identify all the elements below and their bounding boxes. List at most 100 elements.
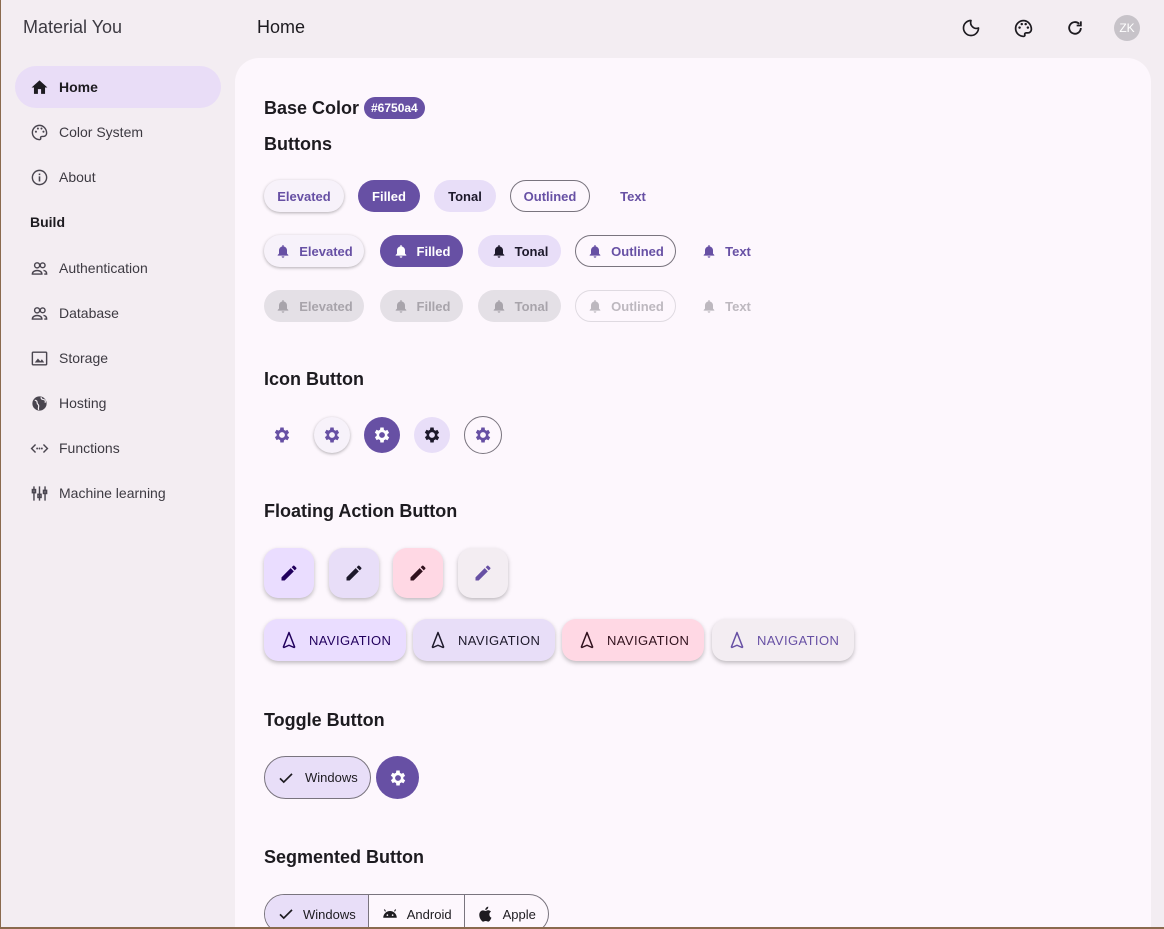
people-icon xyxy=(31,261,48,275)
edit-icon xyxy=(346,565,362,581)
bell-icon xyxy=(493,245,504,258)
toggle-label: Windows xyxy=(305,770,358,785)
gear-toggle-button[interactable] xyxy=(376,756,419,799)
gear-icon xyxy=(374,427,390,443)
bell-icon xyxy=(277,300,289,313)
avatar[interactable]: ZK xyxy=(1114,15,1140,41)
sidebar-item-label: Authentication xyxy=(59,260,148,276)
sidebar: Home Color System About Build Authentica… xyxy=(15,66,221,517)
sidebar-item-label: Hosting xyxy=(59,395,107,411)
tonal-icon-button[interactable]: Tonal xyxy=(478,235,561,267)
sidebar-item-label: Functions xyxy=(59,440,120,456)
bell-icon xyxy=(277,245,289,258)
tonal-button[interactable]: Tonal xyxy=(434,180,496,212)
dark-mode-button[interactable] xyxy=(958,15,984,41)
segmented-heading: Segmented Button xyxy=(264,847,424,867)
gear-icon xyxy=(274,427,290,443)
sidebar-item-about[interactable]: About xyxy=(15,156,221,198)
text-disabled-button: Text xyxy=(690,290,762,322)
bell-icon xyxy=(703,300,715,313)
sidebar-item-color-system[interactable]: Color System xyxy=(15,111,221,153)
segment-label: Android xyxy=(406,906,452,922)
text-icon-button[interactable]: Text xyxy=(690,235,762,267)
filled-button[interactable]: Filled xyxy=(358,180,420,212)
button-label: Tonal xyxy=(514,243,549,259)
bell-icon xyxy=(589,245,601,258)
sidebar-item-hosting[interactable]: Hosting xyxy=(15,382,221,424)
refresh-icon xyxy=(1068,21,1082,35)
button-label: Elevated xyxy=(299,243,353,259)
fab-surface[interactable] xyxy=(458,548,508,598)
outlined-gear-button[interactable] xyxy=(464,416,502,454)
segment-windows[interactable]: Windows xyxy=(265,895,369,929)
toggle-heading: Toggle Button xyxy=(264,710,385,730)
sidebar-item-machine-learning[interactable]: Machine learning xyxy=(15,472,221,514)
base-color-badge: #6750a4 xyxy=(364,97,425,119)
filled-gear-button[interactable] xyxy=(364,417,400,453)
extended-fab-surface[interactable]: NAVIGATION xyxy=(712,619,855,661)
segment-label: Windows xyxy=(303,906,356,922)
palette-icon xyxy=(1014,19,1032,37)
elevated-gear-button[interactable] xyxy=(314,417,350,453)
fab-label: NAVIGATION xyxy=(757,632,840,648)
segment-apple[interactable]: Apple xyxy=(465,895,548,929)
app-title: Material You xyxy=(23,17,123,37)
tonal-gear-button[interactable] xyxy=(414,417,450,453)
sidebar-item-storage[interactable]: Storage xyxy=(15,337,221,379)
navigation-icon xyxy=(580,631,594,649)
fab-heading: Floating Action Button xyxy=(264,501,458,521)
extended-fab-secondary[interactable]: NAVIGATION xyxy=(413,619,556,661)
segmented-button: Windows Android Apple xyxy=(264,894,549,929)
navigation-icon xyxy=(282,631,296,649)
outlined-button[interactable]: Outlined xyxy=(510,180,590,212)
extended-fab-tertiary[interactable]: NAVIGATION xyxy=(562,619,705,661)
image-icon xyxy=(31,350,48,366)
sidebar-item-authentication[interactable]: Authentication xyxy=(15,247,221,289)
navigation-icon xyxy=(730,631,744,649)
text-button[interactable]: Text xyxy=(605,180,661,212)
globe-icon xyxy=(32,395,47,411)
extended-fab-primary[interactable]: NAVIGATION xyxy=(264,619,407,661)
sidebar-item-home[interactable]: Home xyxy=(15,66,221,108)
bell-icon xyxy=(395,300,406,313)
check-icon xyxy=(279,772,293,783)
info-icon xyxy=(31,169,48,185)
outlined-disabled-button: Outlined xyxy=(575,290,676,322)
segment-android[interactable]: Android xyxy=(369,895,465,929)
refresh-button[interactable] xyxy=(1062,15,1088,41)
bell-icon xyxy=(493,300,504,313)
fab-label: NAVIGATION xyxy=(458,632,541,648)
gear-icon xyxy=(475,427,491,443)
bell-icon xyxy=(703,245,715,258)
fab-secondary[interactable] xyxy=(329,548,379,598)
sidebar-item-label: Color System xyxy=(59,124,144,140)
sidebar-item-database[interactable]: Database xyxy=(15,292,221,334)
bell-icon xyxy=(395,245,406,258)
elevated-disabled-button: Elevated xyxy=(264,290,364,322)
filled-icon-button[interactable]: Filled xyxy=(380,235,463,267)
elevated-icon-button[interactable]: Elevated xyxy=(264,235,364,267)
fab-primary[interactable] xyxy=(264,548,314,598)
button-label: Outlined xyxy=(611,243,664,259)
edit-icon xyxy=(475,565,491,581)
edit-icon xyxy=(410,565,426,581)
button-label: Filled xyxy=(416,298,451,314)
sidebar-item-functions[interactable]: Functions xyxy=(15,427,221,469)
button-label: Text xyxy=(725,298,751,314)
navigation-icon xyxy=(431,631,445,649)
sidebar-item-label: Database xyxy=(59,305,119,321)
fab-tertiary[interactable] xyxy=(393,548,443,598)
button-label: Tonal xyxy=(514,298,549,314)
fab-label: NAVIGATION xyxy=(309,632,392,648)
standard-icon-button[interactable] xyxy=(264,417,300,453)
people-icon xyxy=(31,306,48,320)
windows-toggle-button[interactable]: Windows xyxy=(264,756,371,799)
outlined-icon-button[interactable]: Outlined xyxy=(575,235,676,267)
tonal-disabled-button: Tonal xyxy=(478,290,561,322)
theme-palette-button[interactable] xyxy=(1010,15,1036,41)
gear-icon xyxy=(390,770,405,785)
elevated-button[interactable]: Elevated xyxy=(264,180,344,212)
buttons-heading: Buttons xyxy=(264,134,332,154)
filled-disabled-button: Filled xyxy=(380,290,463,322)
home-icon xyxy=(31,79,48,94)
